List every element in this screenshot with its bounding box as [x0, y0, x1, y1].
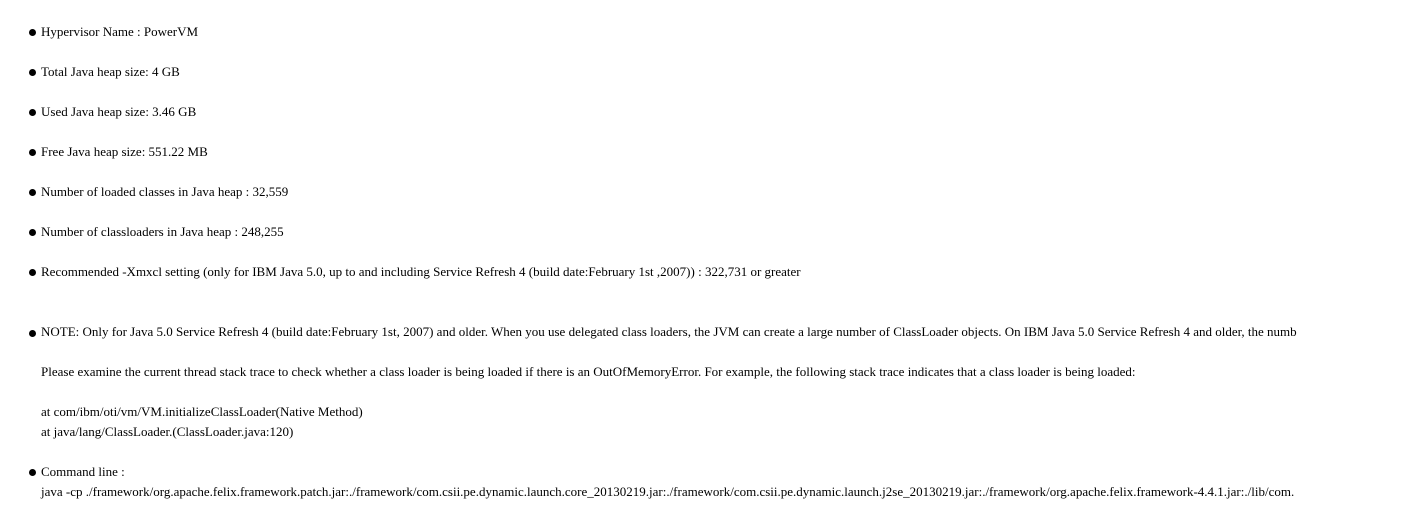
bullet-icon [29, 149, 36, 156]
bullet-icon [29, 330, 36, 337]
bullet-icon [29, 269, 36, 276]
note-text: NOTE: Only for Java 5.0 Service Refresh … [41, 324, 1297, 339]
bullet-icon [29, 29, 36, 36]
bullet-icon [29, 229, 36, 236]
bullet-icon [29, 109, 36, 116]
command-line-label: Command line : [41, 464, 125, 479]
classloaders-count: Number of classloaders in Java heap : 24… [41, 224, 284, 239]
stack-trace-line: at java/lang/ClassLoader.(ClassLoader.ja… [41, 424, 294, 439]
note-paragraph: Please examine the current thread stack … [41, 364, 1136, 379]
used-heap-size: Used Java heap size: 3.46 GB [41, 104, 197, 119]
stack-trace-line: at com/ibm/oti/vm/VM.initializeClassLoad… [41, 404, 363, 419]
hypervisor-name: Hypervisor Name : PowerVM [41, 24, 199, 39]
total-heap-size: Total Java heap size: 4 GB [41, 64, 180, 79]
bullet-icon [29, 469, 36, 476]
free-heap-size: Free Java heap size: 551.22 MB [41, 144, 208, 159]
recommended-xmxcl-setting: Recommended -Xmxcl setting (only for IBM… [41, 264, 801, 279]
bullet-icon [29, 69, 36, 76]
bullet-icon [29, 189, 36, 196]
loaded-classes-count: Number of loaded classes in Java heap : … [41, 184, 289, 199]
command-line-value: java -cp ./framework/org.apache.felix.fr… [41, 484, 1295, 499]
